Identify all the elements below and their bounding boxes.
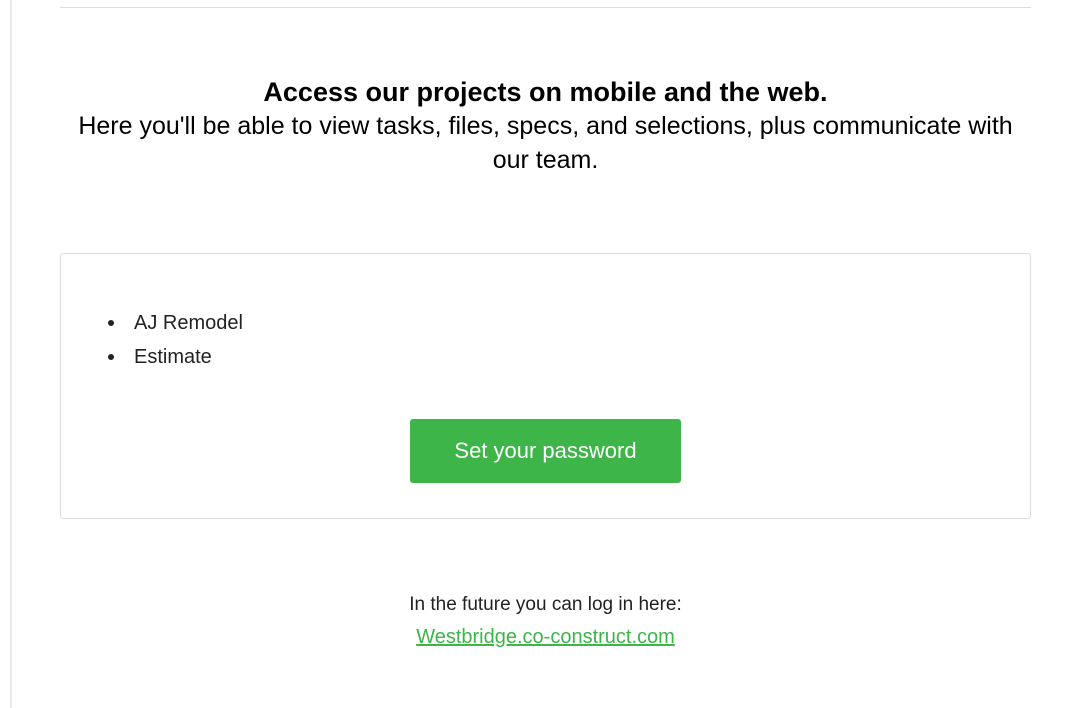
login-footer: In the future you can log in here: Westb…	[60, 590, 1031, 654]
project-name: AJ Remodel	[134, 312, 243, 334]
login-link[interactable]: Westbridge.co-construct.com	[416, 620, 675, 654]
bullet-icon	[108, 354, 114, 360]
list-item: AJ Remodel	[108, 306, 243, 340]
project-list: AJ Remodel Estimate	[108, 306, 243, 374]
list-item: Estimate	[108, 340, 243, 374]
page-subtitle: Here you'll be able to view tasks, files…	[78, 112, 1013, 174]
left-divider	[10, 0, 12, 708]
login-note: In the future you can log in here:	[409, 594, 682, 615]
intro-section: Access our projects on mobile and the we…	[60, 75, 1031, 177]
project-name: Estimate	[134, 346, 212, 368]
page-title: Access our projects on mobile and the we…	[263, 77, 828, 107]
projects-card: AJ Remodel Estimate Set your password	[60, 253, 1031, 519]
bullet-icon	[108, 320, 114, 326]
top-divider	[60, 7, 1031, 8]
set-password-button[interactable]: Set your password	[410, 419, 681, 483]
